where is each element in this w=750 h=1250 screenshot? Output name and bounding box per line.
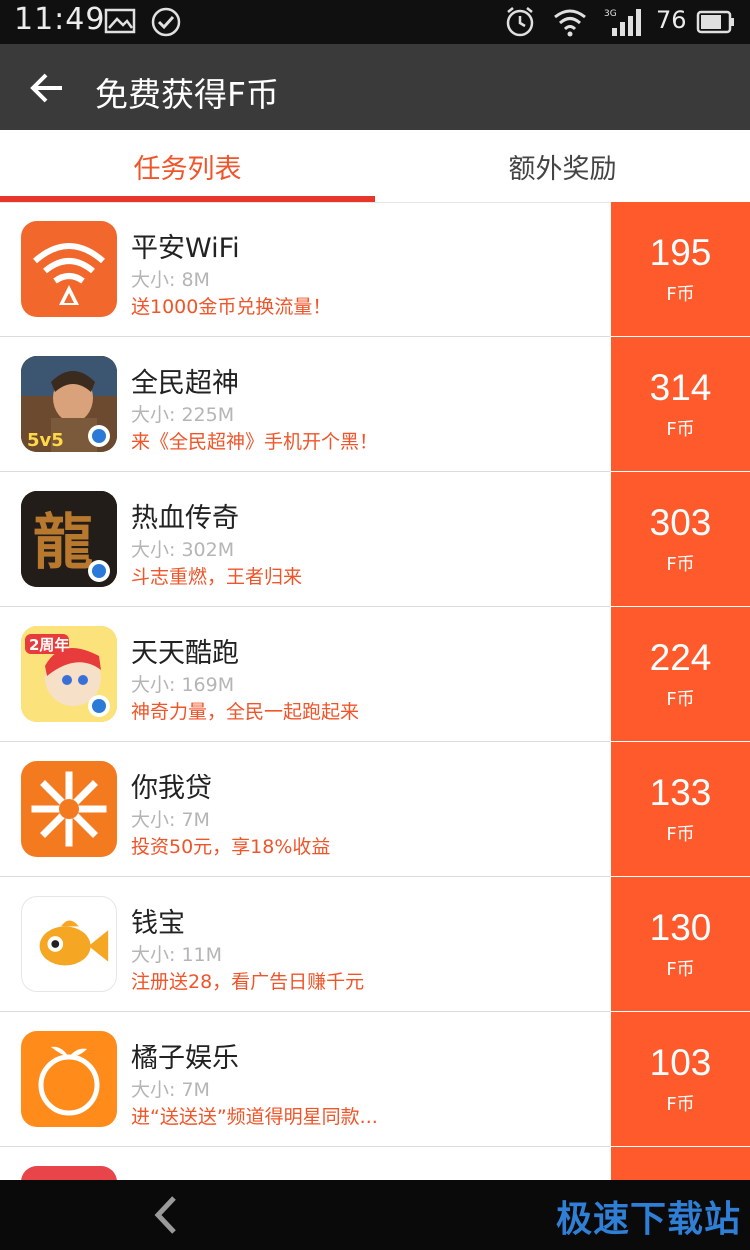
reward-amount: 314 xyxy=(649,367,712,408)
reward-badge[interactable]: 103 F币 xyxy=(611,1012,750,1146)
runner-game-icon: 2周年 xyxy=(21,626,117,722)
list-item-partial[interactable] xyxy=(0,1147,750,1180)
svg-text:5v5: 5v5 xyxy=(27,430,64,451)
app-name: 平安WiFi xyxy=(131,233,240,264)
app-promo: 投资50元，享18%收益 xyxy=(131,836,331,858)
app-name: 热血传奇 xyxy=(131,503,239,534)
app-name: 橘子娱乐 xyxy=(131,1043,239,1074)
status-bar: 11:49 3G 76 xyxy=(0,0,750,44)
reward-badge[interactable]: 195 F币 xyxy=(611,202,750,336)
wifi-icon xyxy=(554,9,586,37)
app-name: 钱宝 xyxy=(131,908,185,939)
reward-unit: F币 xyxy=(666,419,695,440)
reward-badge[interactable]: 130 F币 xyxy=(611,877,750,1011)
fish-app-icon xyxy=(21,896,117,992)
list-item[interactable]: 钱宝 大小: 11M 注册送28，看广告日赚千元 130 F币 xyxy=(0,877,750,1012)
app-promo: 注册送28，看广告日赚千元 xyxy=(131,971,365,993)
app-promo: 来《全民超神》手机开个黑！ xyxy=(131,431,379,453)
game-hero-icon: 5v5 xyxy=(21,356,117,452)
app-name: 全民超神 xyxy=(131,368,239,399)
task-list: 平安WiFi 大小: 8M 送1000金币兑换流量！ 195 F币 5v5 全民… xyxy=(0,202,750,1180)
list-item[interactable]: 龍 热血传奇 大小: 302M 斗志重燃，王者归来 303 F币 xyxy=(0,472,750,607)
battery-icon xyxy=(696,10,734,34)
app-size: 大小: 225M xyxy=(131,404,235,426)
dragon-game-icon: 龍 xyxy=(21,491,117,587)
reward-unit: F币 xyxy=(666,959,695,980)
list-item[interactable]: 2周年 天天酷跑 大小: 169M 神奇力量，全民一起跑起来 224 F币 xyxy=(0,607,750,742)
orange-app-icon xyxy=(21,1031,117,1127)
signal-3g-icon: 3G xyxy=(604,9,641,36)
app-size: 大小: 7M xyxy=(131,1079,210,1101)
image-icon xyxy=(104,8,136,34)
reward-unit: F币 xyxy=(666,554,695,575)
back-arrow-icon[interactable] xyxy=(28,68,68,108)
svg-text:2周年: 2周年 xyxy=(29,636,69,654)
reward-amount: 133 xyxy=(649,772,712,813)
tab-task-list[interactable]: 任务列表 xyxy=(0,130,375,202)
app-size: 大小: 11M xyxy=(131,944,223,966)
alarm-icon xyxy=(506,7,534,37)
app-bar: 免费获得F币 xyxy=(0,44,750,130)
reward-badge[interactable] xyxy=(611,1147,750,1180)
reward-unit: F币 xyxy=(666,1094,695,1115)
page-title: 免费获得F币 xyxy=(95,75,279,114)
loan-app-icon xyxy=(21,761,117,857)
reward-amount: 195 xyxy=(649,232,712,273)
nav-back-icon[interactable] xyxy=(150,1194,182,1236)
app-promo: 送1000金币兑换流量！ xyxy=(131,296,332,318)
svg-text:龍: 龍 xyxy=(33,508,93,578)
list-item[interactable]: 平安WiFi 大小: 8M 送1000金币兑换流量！ 195 F币 xyxy=(0,202,750,337)
reward-amount: 103 xyxy=(649,1042,712,1083)
app-promo: 进“送送送”频道得明星同款... xyxy=(131,1106,378,1128)
tab-bar: 任务列表 额外奖励 xyxy=(0,130,750,203)
wifi-app-icon xyxy=(21,221,117,317)
app-name: 你我贷 xyxy=(131,773,212,804)
status-time: 11:49 xyxy=(14,2,106,37)
app-icon xyxy=(21,1166,117,1180)
reward-amount: 130 xyxy=(649,907,712,948)
navigation-bar: 极速下载站 xyxy=(0,1180,750,1250)
tab-extra-rewards[interactable]: 额外奖励 xyxy=(375,130,750,202)
check-circle-icon xyxy=(151,7,181,37)
reward-badge[interactable]: 133 F币 xyxy=(611,742,750,876)
list-item[interactable]: 你我贷 大小: 7M 投资50元，享18%收益 133 F币 xyxy=(0,742,750,877)
reward-amount: 224 xyxy=(649,637,712,678)
app-name: 天天酷跑 xyxy=(131,638,239,669)
list-item[interactable]: 橘子娱乐 大小: 7M 进“送送送”频道得明星同款... 103 F币 xyxy=(0,1012,750,1147)
reward-badge[interactable]: 314 F币 xyxy=(611,337,750,471)
reward-unit: F币 xyxy=(666,284,695,305)
reward-unit: F币 xyxy=(666,689,695,710)
reward-unit: F币 xyxy=(666,824,695,845)
app-promo: 神奇力量，全民一起跑起来 xyxy=(131,701,360,723)
list-item[interactable]: 5v5 全民超神 大小: 225M 来《全民超神》手机开个黑！ 314 F币 xyxy=(0,337,750,472)
app-size: 大小: 169M xyxy=(131,674,235,696)
app-size: 大小: 8M xyxy=(131,269,210,291)
reward-amount: 303 xyxy=(649,502,712,543)
app-promo: 斗志重燃，王者归来 xyxy=(131,566,303,588)
battery-level: 76 xyxy=(656,6,687,34)
reward-badge[interactable]: 303 F币 xyxy=(611,472,750,606)
watermark-text: 极速下载站 xyxy=(556,1199,742,1240)
reward-badge[interactable]: 224 F币 xyxy=(611,607,750,741)
app-size: 大小: 7M xyxy=(131,809,210,831)
svg-text:3G: 3G xyxy=(604,9,617,19)
app-size: 大小: 302M xyxy=(131,539,235,561)
